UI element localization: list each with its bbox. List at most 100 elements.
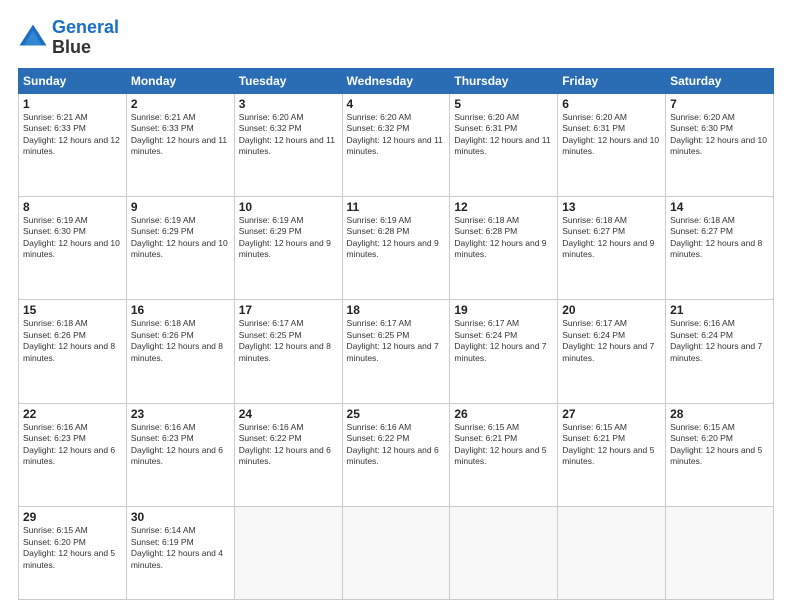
weekday-header-row: SundayMondayTuesdayWednesdayThursdayFrid… xyxy=(19,68,774,93)
day-info: Sunrise: 6:17 AMSunset: 6:24 PMDaylight:… xyxy=(454,318,553,364)
day-info: Sunrise: 6:21 AMSunset: 6:33 PMDaylight:… xyxy=(131,112,230,158)
calendar-cell: 21Sunrise: 6:16 AMSunset: 6:24 PMDayligh… xyxy=(666,300,774,403)
day-info: Sunrise: 6:16 AMSunset: 6:23 PMDaylight:… xyxy=(23,422,122,468)
weekday-header-monday: Monday xyxy=(126,68,234,93)
calendar-cell: 24Sunrise: 6:16 AMSunset: 6:22 PMDayligh… xyxy=(234,403,342,506)
calendar-cell: 26Sunrise: 6:15 AMSunset: 6:21 PMDayligh… xyxy=(450,403,558,506)
day-number: 17 xyxy=(239,303,338,317)
day-number: 18 xyxy=(347,303,446,317)
day-info: Sunrise: 6:21 AMSunset: 6:33 PMDaylight:… xyxy=(23,112,122,158)
day-number: 8 xyxy=(23,200,122,214)
logo-text: General Blue xyxy=(52,18,119,58)
day-info: Sunrise: 6:20 AMSunset: 6:32 PMDaylight:… xyxy=(239,112,338,158)
day-info: Sunrise: 6:18 AMSunset: 6:28 PMDaylight:… xyxy=(454,215,553,261)
day-number: 9 xyxy=(131,200,230,214)
day-info: Sunrise: 6:16 AMSunset: 6:24 PMDaylight:… xyxy=(670,318,769,364)
calendar-cell xyxy=(666,507,774,600)
day-number: 27 xyxy=(562,407,661,421)
day-number: 29 xyxy=(23,510,122,524)
calendar-cell: 4Sunrise: 6:20 AMSunset: 6:32 PMDaylight… xyxy=(342,93,450,196)
day-number: 12 xyxy=(454,200,553,214)
day-number: 25 xyxy=(347,407,446,421)
calendar-cell: 17Sunrise: 6:17 AMSunset: 6:25 PMDayligh… xyxy=(234,300,342,403)
calendar-cell: 28Sunrise: 6:15 AMSunset: 6:20 PMDayligh… xyxy=(666,403,774,506)
calendar-cell: 7Sunrise: 6:20 AMSunset: 6:30 PMDaylight… xyxy=(666,93,774,196)
day-number: 4 xyxy=(347,97,446,111)
calendar-cell xyxy=(234,507,342,600)
calendar-cell xyxy=(558,507,666,600)
day-info: Sunrise: 6:18 AMSunset: 6:27 PMDaylight:… xyxy=(562,215,661,261)
calendar-cell: 8Sunrise: 6:19 AMSunset: 6:30 PMDaylight… xyxy=(19,196,127,299)
day-info: Sunrise: 6:16 AMSunset: 6:23 PMDaylight:… xyxy=(131,422,230,468)
calendar-cell xyxy=(342,507,450,600)
weekday-header-wednesday: Wednesday xyxy=(342,68,450,93)
day-number: 30 xyxy=(131,510,230,524)
day-number: 23 xyxy=(131,407,230,421)
day-info: Sunrise: 6:14 AMSunset: 6:19 PMDaylight:… xyxy=(131,525,230,571)
day-info: Sunrise: 6:20 AMSunset: 6:32 PMDaylight:… xyxy=(347,112,446,158)
day-number: 5 xyxy=(454,97,553,111)
calendar-cell: 2Sunrise: 6:21 AMSunset: 6:33 PMDaylight… xyxy=(126,93,234,196)
calendar-cell: 5Sunrise: 6:20 AMSunset: 6:31 PMDaylight… xyxy=(450,93,558,196)
calendar-cell: 11Sunrise: 6:19 AMSunset: 6:28 PMDayligh… xyxy=(342,196,450,299)
day-info: Sunrise: 6:15 AMSunset: 6:21 PMDaylight:… xyxy=(562,422,661,468)
day-info: Sunrise: 6:19 AMSunset: 6:29 PMDaylight:… xyxy=(131,215,230,261)
day-number: 3 xyxy=(239,97,338,111)
day-number: 20 xyxy=(562,303,661,317)
calendar-cell: 23Sunrise: 6:16 AMSunset: 6:23 PMDayligh… xyxy=(126,403,234,506)
day-number: 14 xyxy=(670,200,769,214)
day-info: Sunrise: 6:19 AMSunset: 6:30 PMDaylight:… xyxy=(23,215,122,261)
calendar-cell: 15Sunrise: 6:18 AMSunset: 6:26 PMDayligh… xyxy=(19,300,127,403)
day-info: Sunrise: 6:17 AMSunset: 6:24 PMDaylight:… xyxy=(562,318,661,364)
calendar-cell: 29Sunrise: 6:15 AMSunset: 6:20 PMDayligh… xyxy=(19,507,127,600)
day-info: Sunrise: 6:20 AMSunset: 6:31 PMDaylight:… xyxy=(454,112,553,158)
day-number: 16 xyxy=(131,303,230,317)
calendar-cell: 27Sunrise: 6:15 AMSunset: 6:21 PMDayligh… xyxy=(558,403,666,506)
day-info: Sunrise: 6:19 AMSunset: 6:28 PMDaylight:… xyxy=(347,215,446,261)
weekday-header-tuesday: Tuesday xyxy=(234,68,342,93)
day-number: 10 xyxy=(239,200,338,214)
day-info: Sunrise: 6:20 AMSunset: 6:31 PMDaylight:… xyxy=(562,112,661,158)
calendar-week-1: 1Sunrise: 6:21 AMSunset: 6:33 PMDaylight… xyxy=(19,93,774,196)
logo: General Blue xyxy=(18,18,119,58)
day-info: Sunrise: 6:18 AMSunset: 6:26 PMDaylight:… xyxy=(23,318,122,364)
calendar-cell: 14Sunrise: 6:18 AMSunset: 6:27 PMDayligh… xyxy=(666,196,774,299)
calendar-week-3: 15Sunrise: 6:18 AMSunset: 6:26 PMDayligh… xyxy=(19,300,774,403)
day-number: 21 xyxy=(670,303,769,317)
calendar-cell: 30Sunrise: 6:14 AMSunset: 6:19 PMDayligh… xyxy=(126,507,234,600)
weekday-header-saturday: Saturday xyxy=(666,68,774,93)
day-number: 26 xyxy=(454,407,553,421)
day-info: Sunrise: 6:15 AMSunset: 6:21 PMDaylight:… xyxy=(454,422,553,468)
day-number: 19 xyxy=(454,303,553,317)
day-info: Sunrise: 6:20 AMSunset: 6:30 PMDaylight:… xyxy=(670,112,769,158)
weekday-header-friday: Friday xyxy=(558,68,666,93)
weekday-header-thursday: Thursday xyxy=(450,68,558,93)
day-info: Sunrise: 6:16 AMSunset: 6:22 PMDaylight:… xyxy=(239,422,338,468)
calendar-cell: 22Sunrise: 6:16 AMSunset: 6:23 PMDayligh… xyxy=(19,403,127,506)
calendar-cell xyxy=(450,507,558,600)
day-number: 7 xyxy=(670,97,769,111)
day-info: Sunrise: 6:15 AMSunset: 6:20 PMDaylight:… xyxy=(23,525,122,571)
calendar-cell: 19Sunrise: 6:17 AMSunset: 6:24 PMDayligh… xyxy=(450,300,558,403)
day-number: 2 xyxy=(131,97,230,111)
day-number: 6 xyxy=(562,97,661,111)
calendar-table: SundayMondayTuesdayWednesdayThursdayFrid… xyxy=(18,68,774,600)
day-number: 22 xyxy=(23,407,122,421)
calendar-cell: 6Sunrise: 6:20 AMSunset: 6:31 PMDaylight… xyxy=(558,93,666,196)
day-info: Sunrise: 6:15 AMSunset: 6:20 PMDaylight:… xyxy=(670,422,769,468)
calendar-cell: 25Sunrise: 6:16 AMSunset: 6:22 PMDayligh… xyxy=(342,403,450,506)
calendar-cell: 1Sunrise: 6:21 AMSunset: 6:33 PMDaylight… xyxy=(19,93,127,196)
day-number: 13 xyxy=(562,200,661,214)
day-number: 24 xyxy=(239,407,338,421)
header: General Blue xyxy=(18,18,774,58)
day-number: 28 xyxy=(670,407,769,421)
day-number: 15 xyxy=(23,303,122,317)
calendar-cell: 18Sunrise: 6:17 AMSunset: 6:25 PMDayligh… xyxy=(342,300,450,403)
calendar-week-5: 29Sunrise: 6:15 AMSunset: 6:20 PMDayligh… xyxy=(19,507,774,600)
day-info: Sunrise: 6:19 AMSunset: 6:29 PMDaylight:… xyxy=(239,215,338,261)
page: General Blue SundayMondayTuesdayWednesda… xyxy=(0,0,792,612)
day-info: Sunrise: 6:17 AMSunset: 6:25 PMDaylight:… xyxy=(239,318,338,364)
calendar-cell: 10Sunrise: 6:19 AMSunset: 6:29 PMDayligh… xyxy=(234,196,342,299)
calendar-cell: 12Sunrise: 6:18 AMSunset: 6:28 PMDayligh… xyxy=(450,196,558,299)
day-info: Sunrise: 6:18 AMSunset: 6:27 PMDaylight:… xyxy=(670,215,769,261)
